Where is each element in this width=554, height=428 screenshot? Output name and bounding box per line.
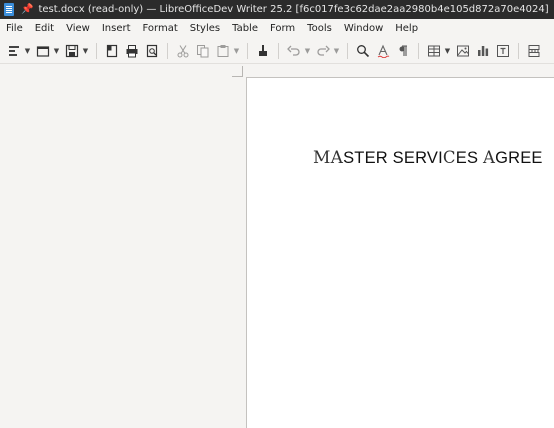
paste-button[interactable]: ▼	[214, 41, 241, 61]
chart-icon	[474, 42, 492, 60]
export-pdf-button[interactable]	[103, 41, 121, 61]
pilcrow-icon	[394, 42, 412, 60]
menu-format[interactable]: Format	[137, 19, 184, 39]
scissors-icon	[174, 42, 192, 60]
insert-page-break-button[interactable]	[525, 41, 543, 61]
find-replace-button[interactable]	[354, 41, 372, 61]
standard-toolbar: ▼ ▼ ▼ ▼ ▼ ▼ ▼	[0, 39, 554, 64]
spellcheck-icon	[374, 42, 392, 60]
textbox-icon	[494, 42, 512, 60]
formatting-marks-button[interactable]	[394, 41, 412, 61]
image-icon	[454, 42, 472, 60]
menu-tools[interactable]: Tools	[301, 19, 338, 39]
chevron-down-icon[interactable]: ▼	[443, 47, 452, 55]
toolbar-separator	[278, 43, 279, 59]
menubar: File Edit View Insert Format Styles Tabl…	[0, 19, 554, 39]
menu-help[interactable]: Help	[389, 19, 424, 39]
open-button[interactable]: ▼	[34, 41, 61, 61]
heading-part: C	[442, 148, 456, 167]
insert-table-button[interactable]: ▼	[425, 41, 452, 61]
new-document-icon	[5, 42, 23, 60]
insert-chart-button[interactable]	[474, 41, 492, 61]
redo-button[interactable]: ▼	[314, 41, 341, 61]
copy-icon	[194, 42, 212, 60]
heading-part: A	[330, 148, 344, 168]
chevron-down-icon[interactable]: ▼	[52, 47, 61, 55]
printer-icon	[123, 42, 141, 60]
new-document-button[interactable]: ▼	[5, 41, 32, 61]
document-heading[interactable]: MASTER SERVICES AGREE	[313, 148, 543, 168]
folder-icon	[34, 42, 52, 60]
save-icon	[63, 42, 81, 60]
chevron-down-icon[interactable]: ▼	[23, 47, 32, 55]
chevron-down-icon[interactable]: ▼	[232, 47, 241, 55]
heading-part: ES	[455, 149, 483, 167]
redo-icon	[314, 42, 332, 60]
menu-window[interactable]: Window	[338, 19, 389, 39]
menu-file[interactable]: File	[0, 19, 29, 39]
chevron-down-icon[interactable]: ▼	[81, 47, 90, 55]
window-titlebar: 📌 test.docx (read-only) — LibreOfficeDev…	[0, 0, 554, 19]
heading-part: GREE	[495, 149, 543, 167]
pin-icon[interactable]: 📌	[21, 0, 33, 19]
menu-insert[interactable]: Insert	[96, 19, 137, 39]
insert-textbox-button[interactable]	[494, 41, 512, 61]
menu-edit[interactable]: Edit	[29, 19, 60, 39]
pdf-export-icon	[103, 42, 121, 60]
menu-styles[interactable]: Styles	[184, 19, 226, 39]
menu-table[interactable]: Table	[226, 19, 264, 39]
cut-button[interactable]	[174, 41, 192, 61]
print-preview-button[interactable]	[143, 41, 161, 61]
toolbar-separator	[96, 43, 97, 59]
chevron-down-icon[interactable]: ▼	[303, 47, 312, 55]
toolbar-separator	[247, 43, 248, 59]
clipboard-icon	[214, 42, 232, 60]
toolbar-separator	[347, 43, 348, 59]
document-page[interactable]	[246, 77, 554, 428]
heading-part: STER SERVI	[343, 149, 443, 167]
print-button[interactable]	[123, 41, 141, 61]
heading-part: M	[313, 148, 331, 168]
paintbrush-icon	[254, 42, 272, 60]
print-preview-icon	[143, 42, 161, 60]
undo-button[interactable]: ▼	[285, 41, 312, 61]
copy-button[interactable]	[194, 41, 212, 61]
window-title: test.docx (read-only) — LibreOfficeDev W…	[38, 4, 549, 15]
clone-formatting-button[interactable]	[254, 41, 272, 61]
spelling-button[interactable]	[374, 41, 392, 61]
table-icon	[425, 42, 443, 60]
save-button[interactable]: ▼	[63, 41, 90, 61]
toolbar-separator	[418, 43, 419, 59]
heading-part: A	[482, 148, 496, 167]
magnifier-icon	[354, 42, 372, 60]
page-corner-marker	[232, 66, 243, 77]
writer-app-icon	[4, 3, 14, 16]
menu-view[interactable]: View	[60, 19, 96, 39]
undo-icon	[285, 42, 303, 60]
toolbar-separator	[518, 43, 519, 59]
insert-image-button[interactable]	[454, 41, 472, 61]
menu-form[interactable]: Form	[264, 19, 301, 39]
chevron-down-icon[interactable]: ▼	[332, 47, 341, 55]
page-break-icon	[525, 42, 543, 60]
toolbar-separator	[167, 43, 168, 59]
